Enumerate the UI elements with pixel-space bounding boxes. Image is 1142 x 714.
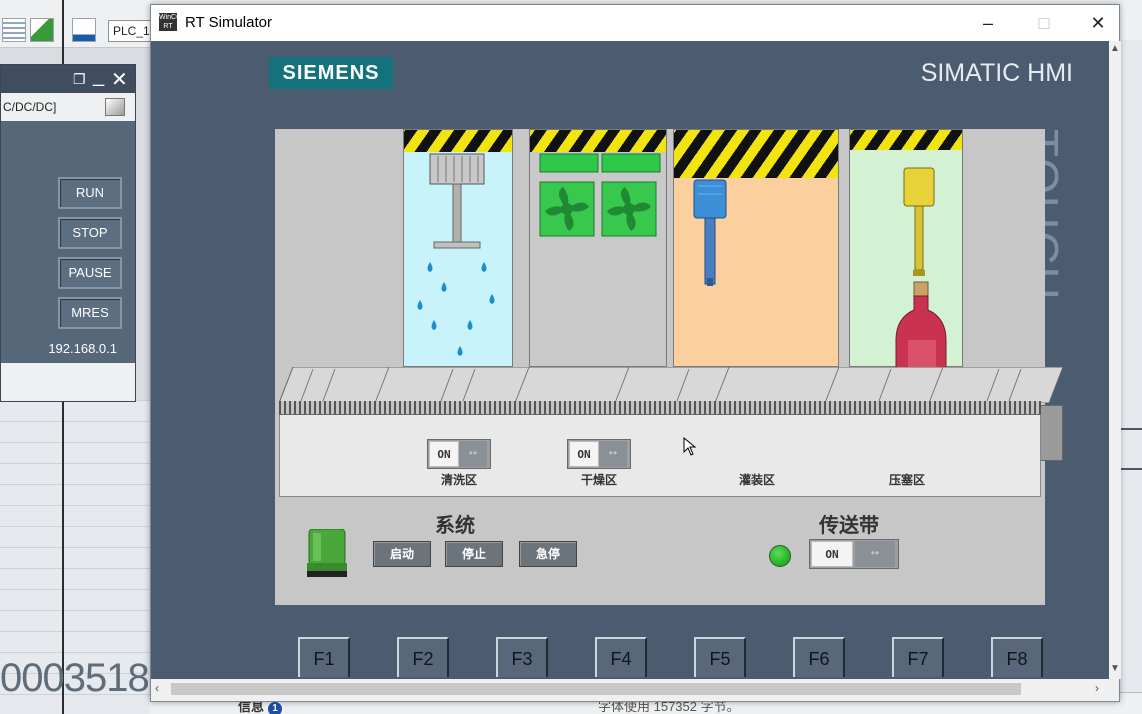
conveyor-status-led <box>769 545 791 567</box>
vertical-scrollbar[interactable]: ▲ ▼ <box>1109 41 1121 679</box>
siemens-logo: SIEMENS <box>269 57 393 89</box>
f8-key[interactable]: F8 <box>991 637 1043 677</box>
fill-zone-label: 灌装区 <box>738 473 775 487</box>
stop-system-button[interactable]: 停止 <box>445 541 503 567</box>
ip-address: 192.168.0.1 <box>48 341 117 356</box>
cap-zone-label: 压塞区 <box>888 473 925 487</box>
scroll-thumb[interactable] <box>171 683 1021 695</box>
scroll-down-icon[interactable]: ▼ <box>1110 663 1120 674</box>
plc-sim-panel: ❐ _ ✕ C/DC/DC] RUN STOP PAUSE MRES 192.1… <box>0 64 136 402</box>
start-button[interactable]: 启动 <box>373 541 431 567</box>
hmi-device-frame: SIEMENS SIMATIC HMI TOUCH <box>151 41 1109 679</box>
minimize-button[interactable]: – <box>965 5 1011 41</box>
wash-zone-label: 清洗区 <box>440 473 477 487</box>
grid-icon[interactable] <box>2 18 26 42</box>
window-title: RT Simulator <box>185 14 272 31</box>
f7-key[interactable]: F7 <box>892 637 944 677</box>
rt-simulator-window: WinCC RT RT Simulator – □ ✕ SIEMENS SIMA… <box>150 4 1121 702</box>
minimize-icon[interactable]: _ <box>93 65 104 88</box>
capper-bottle-icon <box>895 167 947 390</box>
f4-key[interactable]: F4 <box>595 637 647 677</box>
plc-model-label: C/DC/DC] <box>1 93 135 121</box>
dryer-fans-icon <box>539 153 661 237</box>
scroll-right-icon[interactable]: › <box>1095 681 1099 695</box>
chart-icon[interactable] <box>72 18 96 42</box>
dry-station <box>529 129 667 367</box>
info-badge: 1 <box>268 702 283 714</box>
close-button[interactable]: ✕ <box>1075 5 1121 41</box>
mouse-cursor-icon <box>683 437 697 456</box>
dry-zone-toggle[interactable]: ON •• <box>567 439 631 469</box>
mres-button[interactable]: MRES <box>58 297 122 329</box>
scroll-up-icon[interactable]: ▲ <box>1110 43 1120 54</box>
dry-zone-label: 干燥区 <box>580 473 617 487</box>
close-icon[interactable]: ✕ <box>111 67 128 92</box>
hmi-brand: SIMATIC HMI <box>920 59 1073 87</box>
background-right-panel <box>1120 40 1142 692</box>
signal-beacon-icon <box>307 529 347 577</box>
device-icon[interactable] <box>105 98 125 116</box>
fill-station <box>673 129 839 367</box>
horizontal-scrollbar[interactable]: ‹ › <box>151 679 1109 701</box>
scroll-left-icon[interactable]: ‹ <box>155 681 159 695</box>
app-icon: WinCC RT <box>159 13 182 31</box>
f2-key[interactable]: F2 <box>397 637 449 677</box>
filler-nozzle-icon <box>693 179 727 286</box>
cap-station <box>849 129 963 390</box>
conveyor-end-cap <box>1039 405 1063 461</box>
plc-panel-footer <box>1 363 135 401</box>
maximize-button[interactable]: □ <box>1021 5 1067 41</box>
wash-zone-toggle[interactable]: ON •• <box>427 439 491 469</box>
hmi-screen: ON •• ON •• 清洗区 干燥区 灌装区 压塞区 系统 启动 停止 急停 … <box>275 129 1063 605</box>
plc-selector[interactable]: PLC_1 <box>108 20 152 42</box>
f6-key[interactable]: F6 <box>793 637 845 677</box>
run-button[interactable]: RUN <box>58 177 122 209</box>
restore-icon[interactable]: ❐ <box>73 71 86 88</box>
background-counter: 0003518 <box>0 656 150 700</box>
system-title: 系统 <box>435 513 475 537</box>
conveyor-toggle[interactable]: ON •• <box>809 539 899 569</box>
f5-key[interactable]: F5 <box>694 637 746 677</box>
wash-station <box>403 129 513 367</box>
pause-button[interactable]: PAUSE <box>58 257 122 289</box>
f3-key[interactable]: F3 <box>496 637 548 677</box>
plc-panel-titlebar: ❐ _ ✕ <box>1 65 135 93</box>
emergency-stop-button[interactable]: 急停 <box>519 541 577 567</box>
conveyor-title: 传送带 <box>819 513 879 537</box>
washer-motor-icon <box>417 153 495 356</box>
stop-button[interactable]: STOP <box>58 217 122 249</box>
f1-key[interactable]: F1 <box>298 637 350 677</box>
conveyor-belt-top <box>279 367 1063 403</box>
conveyor-chain <box>279 401 1041 415</box>
export-icon[interactable] <box>30 18 54 42</box>
window-titlebar[interactable]: WinCC RT RT Simulator – □ ✕ <box>151 5 1119 41</box>
